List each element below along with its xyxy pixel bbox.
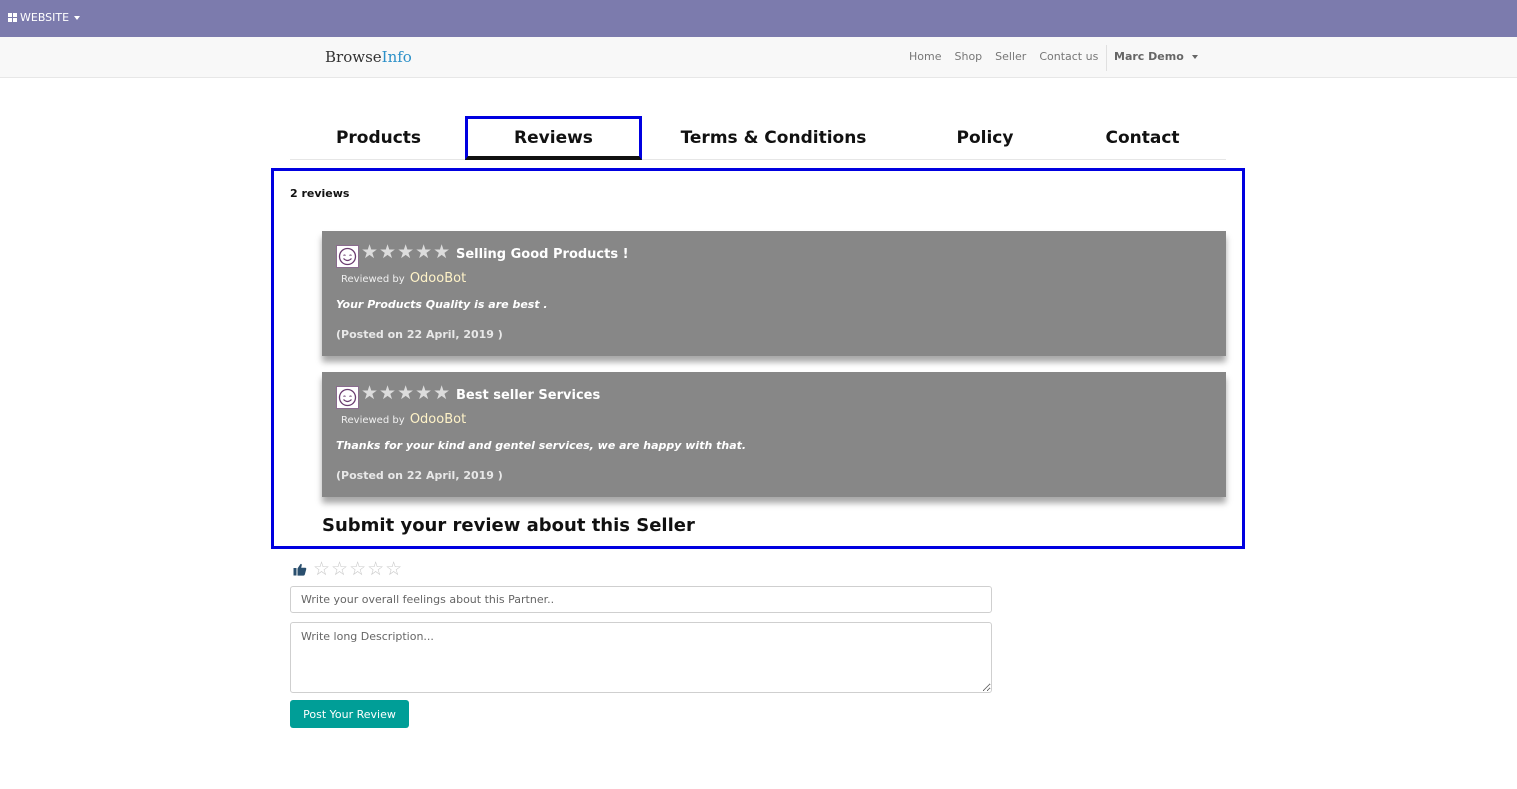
rating-stars: ★★★★★ [361, 382, 452, 404]
website-menu-label: WEBSITE [20, 11, 70, 24]
review-title: Best seller Services [456, 388, 601, 403]
reviewed-by: Reviewed by OdooBot [341, 412, 466, 427]
review-card: ★★★★★ Selling Good Products ! Reviewed b… [322, 231, 1226, 356]
submit-review-heading: Submit your review about this Seller [322, 515, 695, 536]
review-count: 2 reviews [290, 187, 350, 200]
smiley-face-icon [338, 388, 357, 407]
reviewed-by-label: Reviewed by [341, 415, 405, 426]
review-comment: Thanks for your kind and gentel services… [336, 439, 747, 452]
review-card: ★★★★★ Best seller Services Reviewed by O… [322, 372, 1226, 497]
reviewer-avatar [336, 386, 359, 409]
tab-products[interactable]: Products [290, 116, 467, 160]
admin-top-bar: WEBSITE [0, 0, 1517, 37]
nav-link-shop[interactable]: Shop [954, 50, 982, 63]
reviewed-by: Reviewed by OdooBot [341, 271, 466, 286]
smiley-face-icon [338, 247, 357, 266]
post-review-button[interactable]: Post Your Review [290, 700, 409, 728]
tab-policy[interactable]: Policy [905, 116, 1065, 160]
caret-down-icon [74, 15, 81, 20]
review-comment: Your Products Quality is are best . [336, 298, 548, 311]
apps-grid-icon [8, 13, 17, 22]
site-navbar: BrowseInfo Home Shop Seller Contact us M… [0, 37, 1517, 78]
user-menu[interactable]: Marc Demo [1114, 50, 1198, 63]
seller-tabs: Products Reviews Terms & Conditions Poli… [290, 116, 1226, 160]
rating-input: ☆☆☆☆☆ [293, 558, 403, 580]
reviewer-name: OdooBot [409, 271, 467, 286]
nav-link-seller[interactable]: Seller [995, 50, 1026, 63]
review-title: Selling Good Products ! [456, 247, 629, 262]
main-nav-links: Home Shop Seller Contact us [909, 50, 1111, 63]
overall-feelings-input[interactable] [290, 586, 992, 613]
user-name: Marc Demo [1114, 50, 1184, 63]
tab-reviews[interactable]: Reviews [465, 116, 642, 160]
reviewer-name: OdooBot [409, 412, 467, 427]
brand-text-part1: Browse [325, 48, 382, 66]
reviewer-avatar [336, 245, 359, 268]
review-posted-date: (Posted on 22 April, 2019 ) [336, 328, 503, 341]
review-posted-date: (Posted on 22 April, 2019 ) [336, 469, 503, 482]
website-menu[interactable]: WEBSITE [8, 11, 81, 24]
rating-star-selector[interactable]: ☆☆☆☆☆ [313, 558, 403, 580]
rating-stars: ★★★★★ [361, 241, 452, 263]
nav-link-contact-us[interactable]: Contact us [1039, 50, 1098, 63]
long-description-textarea[interactable] [290, 622, 992, 693]
thumbs-up-icon [293, 563, 307, 576]
nav-divider [1106, 45, 1107, 71]
reviewed-by-label: Reviewed by [341, 274, 405, 285]
caret-down-icon [1191, 54, 1198, 59]
nav-link-home[interactable]: Home [909, 50, 941, 63]
tab-terms-conditions[interactable]: Terms & Conditions [642, 116, 905, 160]
brand-text-part2: Info [381, 48, 412, 66]
tab-contact[interactable]: Contact [1065, 116, 1220, 160]
brand-logo[interactable]: BrowseInfo [325, 48, 412, 66]
